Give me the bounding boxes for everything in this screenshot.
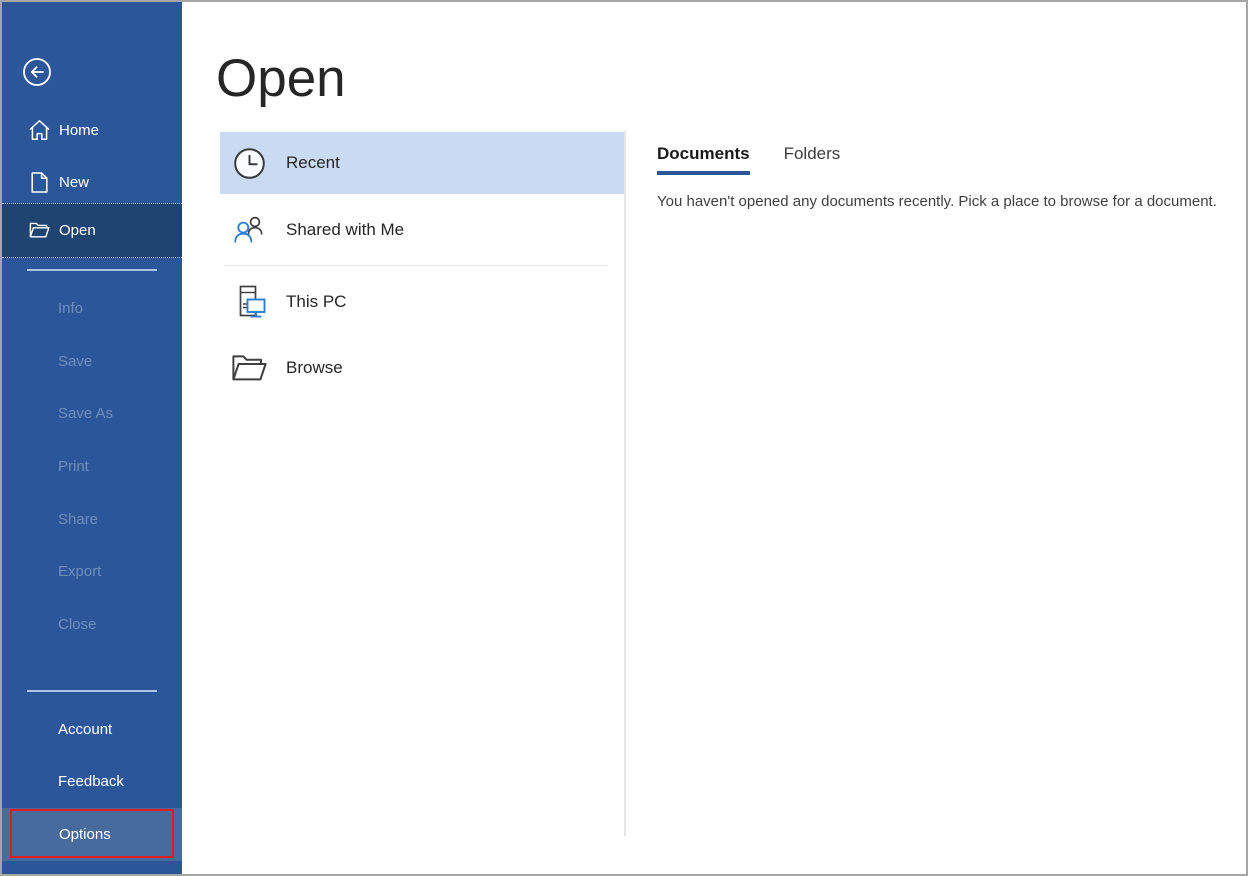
sidebar-item-account[interactable]: Account <box>58 721 112 738</box>
sidebar-item-feedback[interactable]: Feedback <box>58 773 124 790</box>
sidebar-item-label: Open <box>59 222 96 239</box>
sidebar-item-new[interactable]: New <box>2 162 182 202</box>
tab-folders[interactable]: Folders <box>784 144 841 175</box>
sidebar-item-save[interactable]: Save <box>58 353 92 370</box>
sidebar-item-label: Options <box>59 826 111 843</box>
back-button[interactable] <box>22 57 52 87</box>
browse-folder-icon <box>230 354 268 383</box>
place-label: Recent <box>286 153 340 173</box>
open-folder-icon <box>28 222 50 239</box>
sidebar-divider <box>27 690 157 692</box>
vertical-divider <box>624 131 626 836</box>
place-label: Browse <box>286 358 343 378</box>
sidebar-item-info[interactable]: Info <box>58 300 83 317</box>
clock-icon <box>230 147 268 180</box>
place-label: Shared with Me <box>286 220 404 240</box>
people-icon <box>230 215 268 245</box>
tab-documents[interactable]: Documents <box>657 144 750 175</box>
sidebar-item-label: New <box>59 174 89 191</box>
place-label: This PC <box>286 292 346 312</box>
place-item-browse[interactable]: Browse <box>220 337 624 399</box>
pc-icon <box>230 283 268 321</box>
sidebar-item-open[interactable]: Open <box>2 203 182 258</box>
place-item-this-pc[interactable]: This PC <box>220 266 624 337</box>
sidebar-item-print[interactable]: Print <box>58 458 89 475</box>
word-backstage-window: Home New Open Info Save Save As <box>0 0 1248 876</box>
back-arrow-icon <box>22 57 52 87</box>
new-document-icon <box>28 172 50 193</box>
place-item-shared-with-me[interactable]: Shared with Me <box>220 194 624 265</box>
page-title: Open <box>216 50 346 108</box>
home-icon <box>28 119 50 141</box>
sidebar-item-options[interactable]: Options <box>2 808 182 861</box>
place-item-recent[interactable]: Recent <box>220 132 624 194</box>
sidebar-item-export[interactable]: Export <box>58 563 101 580</box>
document-tabs: Documents Folders <box>657 144 840 175</box>
backstage-sidebar: Home New Open Info Save Save As <box>2 2 182 874</box>
sidebar-item-share[interactable]: Share <box>58 511 98 528</box>
sidebar-item-label: Home <box>59 122 99 139</box>
sidebar-item-save-as[interactable]: Save As <box>58 405 113 422</box>
sidebar-divider <box>27 269 157 271</box>
sidebar-item-close[interactable]: Close <box>58 616 96 633</box>
sidebar-item-home[interactable]: Home <box>2 110 182 150</box>
places-list: Recent Shared with Me <box>220 132 624 399</box>
empty-state-message: You haven't opened any documents recentl… <box>657 193 1217 210</box>
